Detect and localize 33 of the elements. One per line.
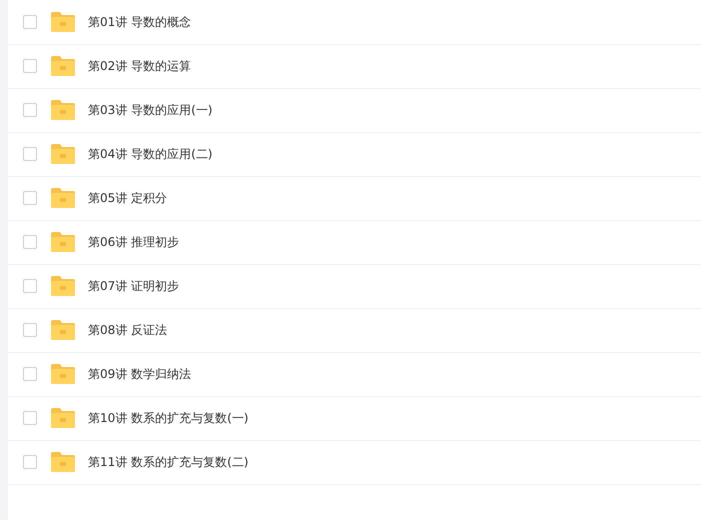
- file-name[interactable]: 第09讲 数学归纳法: [88, 365, 192, 383]
- file-name[interactable]: 第04讲 导数的应用(二): [88, 145, 212, 163]
- file-name[interactable]: 第05讲 定积分: [88, 189, 168, 207]
- folder-icon: [50, 275, 76, 297]
- file-name[interactable]: 第02讲 导数的运算: [88, 57, 192, 75]
- folder-icon: [50, 319, 76, 341]
- checkbox[interactable]: [23, 455, 37, 469]
- checkbox[interactable]: [23, 323, 37, 337]
- file-name[interactable]: 第01讲 导数的概念: [88, 13, 192, 31]
- file-name[interactable]: 第06讲 推理初步: [88, 233, 180, 251]
- checkbox[interactable]: [23, 367, 37, 381]
- checkbox[interactable]: [23, 235, 37, 249]
- checkbox[interactable]: [23, 279, 37, 293]
- checkbox[interactable]: [23, 191, 37, 205]
- checkbox[interactable]: [23, 147, 37, 161]
- folder-icon: [50, 231, 76, 253]
- folder-icon: [50, 11, 76, 33]
- folder-icon: [50, 407, 76, 429]
- file-name[interactable]: 第03讲 导数的应用(一): [88, 101, 212, 119]
- folder-icon: [50, 363, 76, 385]
- folder-icon: [50, 451, 76, 473]
- file-name[interactable]: 第07讲 证明初步: [88, 277, 180, 295]
- file-name[interactable]: 第11讲 数系的扩充与复数(二): [88, 453, 248, 471]
- checkbox[interactable]: [23, 411, 37, 425]
- folder-icon: [50, 187, 76, 209]
- checkbox[interactable]: [23, 59, 37, 73]
- folder-icon: [50, 99, 76, 121]
- folder-icon: [50, 55, 76, 77]
- folder-icon: [50, 143, 76, 165]
- checkbox[interactable]: [23, 15, 37, 29]
- file-name[interactable]: 第10讲 数系的扩充与复数(一): [88, 409, 248, 427]
- file-name[interactable]: 第08讲 反证法: [88, 321, 168, 339]
- checkbox[interactable]: [23, 103, 37, 117]
